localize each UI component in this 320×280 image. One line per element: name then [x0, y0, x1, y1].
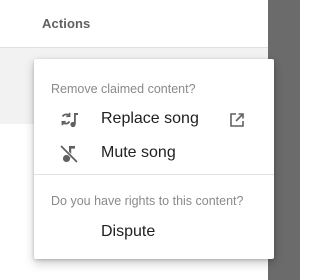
mute-song-menu-item[interactable]: Mute song [34, 137, 274, 171]
mute-song-label: Mute song [101, 144, 176, 161]
dispute-menu-item[interactable]: Dispute [34, 216, 274, 250]
menu-divider [34, 174, 274, 175]
remove-content-heading: Remove claimed content? [51, 82, 196, 96]
dispute-label: Dispute [101, 223, 156, 240]
actions-column-header: Actions [42, 16, 91, 31]
replace-song-icon [58, 109, 80, 131]
open-external-icon[interactable] [228, 111, 246, 129]
rights-heading: Do you have rights to this content? [51, 194, 244, 208]
replace-song-menu-item[interactable]: Replace song [34, 103, 274, 137]
actions-menu: Remove claimed content? Replace song Mut… [34, 59, 274, 259]
replace-song-label: Replace song [101, 110, 199, 127]
table-header: Actions [0, 0, 268, 48]
mute-song-icon [58, 143, 80, 165]
